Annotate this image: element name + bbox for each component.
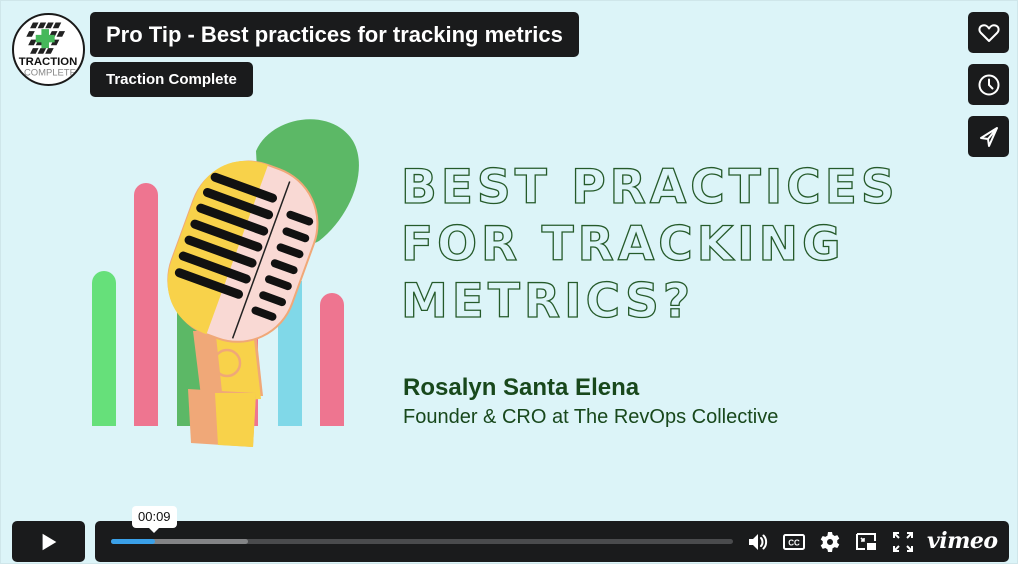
heart-icon [977,23,1000,42]
clock-icon [978,74,999,95]
volume-button[interactable] [746,530,770,554]
progress-played [111,539,155,544]
play-icon [42,533,56,550]
controls-bar: CC vimeo [95,521,1009,562]
pip-icon [856,533,876,550]
settings-button[interactable] [818,530,842,554]
play-button[interactable] [12,521,85,562]
cc-icon: CC [783,534,805,550]
slide-headline: BEST PRACTICES FOR TRACKING METRICS? [400,159,961,330]
headline-line: METRICS? [400,273,695,329]
video-title[interactable]: Pro Tip - Best practices for tracking me… [90,12,579,57]
progress-bar[interactable] [111,539,733,544]
traction-complete-logo-icon: TRACTION COMPLETE [19,22,78,78]
vimeo-logo[interactable]: vimeo [927,527,998,555]
headline-line: FOR TRACKING [400,216,845,272]
time-tooltip: 00:09 [132,506,177,533]
share-button[interactable] [968,116,1009,157]
fullscreen-icon [893,532,913,552]
svg-text:COMPLETE: COMPLETE [24,67,76,78]
pip-button[interactable] [854,530,878,554]
channel-logo[interactable]: TRACTION COMPLETE [12,13,85,86]
svg-text:CC: CC [788,539,800,548]
svg-text:TRACTION: TRACTION [19,56,78,68]
speaker-icon [749,534,768,550]
like-button[interactable] [968,12,1009,53]
gear-icon [820,532,840,552]
fullscreen-button[interactable] [891,530,915,554]
watch-later-button[interactable] [968,64,1009,105]
bar-pink-tall [134,183,158,426]
captions-button[interactable]: CC [782,530,806,554]
paper-plane-icon [979,126,998,147]
video-player[interactable]: BEST PRACTICES FOR TRACKING METRICS? Ros… [0,0,1018,564]
speaker-name: Rosalyn Santa Elena [403,374,640,401]
speaker-role: Founder & CRO at The RevOps Collective [403,406,779,428]
channel-name[interactable]: Traction Complete [90,62,253,97]
headline-line: BEST PRACTICES [400,159,899,215]
